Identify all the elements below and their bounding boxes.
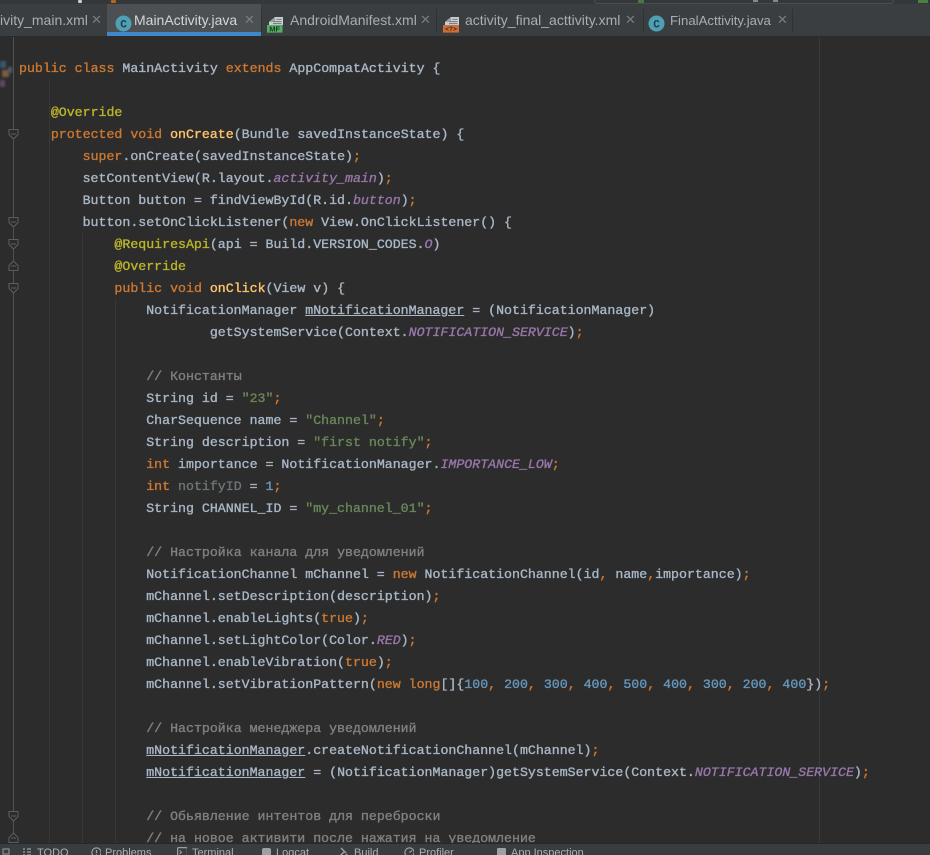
svg-text:C: C [653, 20, 660, 32]
svg-text:MF: MF [269, 24, 280, 33]
svg-text:<?>: <?> [445, 26, 457, 33]
svg-text:C: C [120, 20, 127, 32]
